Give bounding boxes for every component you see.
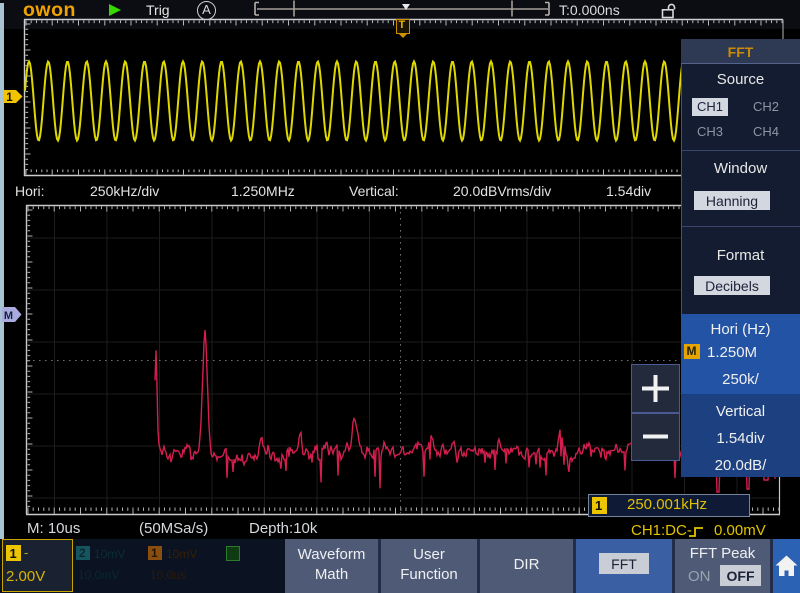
- svg-text:M: M: [4, 310, 13, 322]
